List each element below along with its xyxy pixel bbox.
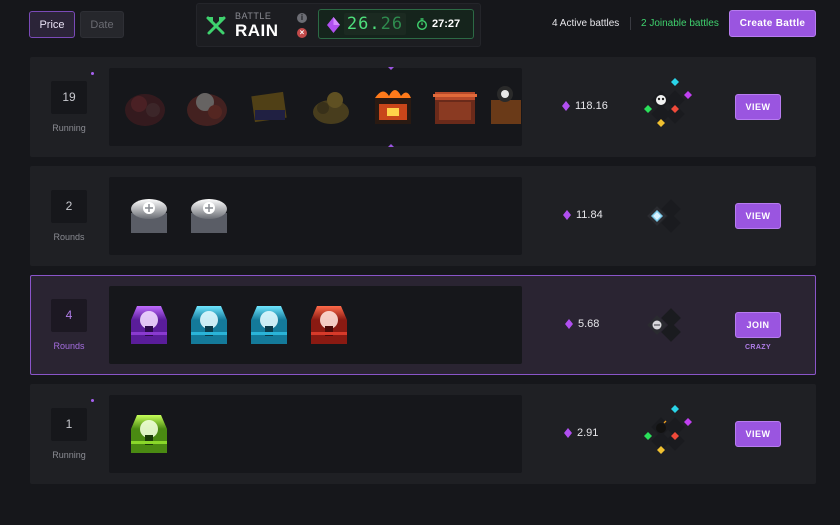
- stopwatch-icon: [417, 18, 427, 30]
- cyan-chest-icon: [251, 306, 287, 344]
- battle-price: 5.68: [565, 318, 599, 330]
- case-marker-bottom: [388, 144, 394, 147]
- join-battle-button[interactable]: JOIN: [735, 312, 781, 338]
- purple-chest-icon: [131, 306, 167, 344]
- green-chest-icon: [131, 415, 167, 453]
- case-count: 4: [51, 299, 87, 332]
- rain-pot: 26.26 27:27: [318, 9, 474, 39]
- gem-icon: [565, 319, 573, 329]
- case-count: 19: [51, 81, 87, 114]
- dark-case-2-icon: [187, 93, 227, 126]
- price-value: 5.68: [578, 318, 600, 330]
- gem-icon: [562, 101, 570, 111]
- gem-icon: [563, 210, 571, 220]
- players-grid: [644, 78, 692, 127]
- case-list: [109, 68, 522, 146]
- battle-price: 11.84: [563, 209, 603, 221]
- silver-case-icon: [191, 199, 227, 233]
- battle-price: 2.91: [564, 427, 598, 439]
- cyan-chest-icon: [191, 306, 227, 344]
- battle-status: Running: [52, 123, 86, 133]
- joinable-battles-count: 2 Joinable battles: [641, 18, 719, 29]
- battle-status: Running: [52, 450, 86, 460]
- close-icon[interactable]: ×: [297, 28, 307, 38]
- case-count: 1: [51, 408, 87, 441]
- crossed-axes-icon: [206, 16, 226, 35]
- sort-price-button[interactable]: Price: [29, 11, 75, 38]
- case-count: 2: [51, 190, 87, 223]
- battle-mode-badge: CRAZY: [744, 344, 772, 351]
- red-box-case-icon: [433, 92, 477, 124]
- battle-status: Rounds: [53, 341, 85, 351]
- battle-row[interactable]: 19 Running 118.16 VIEW: [30, 57, 816, 157]
- rain-timer: 27:27: [432, 18, 461, 30]
- partial-case-icon: [491, 86, 521, 124]
- view-battle-button[interactable]: VIEW: [735, 94, 781, 120]
- case-list: [109, 395, 522, 473]
- players-grid: [647, 308, 681, 342]
- gem-icon: [327, 17, 340, 33]
- fire-case-icon: [375, 90, 411, 124]
- battle-price: 118.16: [562, 100, 608, 112]
- price-value: 11.84: [576, 209, 603, 221]
- divider: [630, 17, 631, 30]
- red-chest-icon: [311, 306, 347, 344]
- rain-small-label: BATTLE: [235, 11, 272, 21]
- price-value: 118.16: [575, 100, 608, 112]
- silver-case-icon: [131, 199, 167, 233]
- rain-title: RAIN: [235, 21, 279, 40]
- price-value: 2.91: [577, 427, 599, 439]
- players-grid: [644, 405, 692, 454]
- battle-row[interactable]: 4 Rounds 5.68 JOIN CRAZY: [30, 275, 816, 375]
- players-grid: [647, 199, 681, 233]
- case-list: [109, 177, 522, 255]
- dark-case-3-icon: [251, 91, 287, 123]
- info-icon[interactable]: i: [297, 13, 307, 23]
- view-battle-button[interactable]: VIEW: [735, 421, 781, 447]
- battle-status: Rounds: [53, 232, 85, 242]
- rain-amount: 26.26: [344, 13, 406, 35]
- live-indicator: [91, 399, 94, 402]
- case-marker-top: [388, 67, 394, 70]
- view-battle-button[interactable]: VIEW: [735, 203, 781, 229]
- battle-row[interactable]: 2 Rounds 11.84 VIEW: [30, 166, 816, 266]
- sort-date-button[interactable]: Date: [80, 11, 124, 38]
- battle-rain-panel: BATTLE RAIN i × 26.26 27:27: [196, 3, 481, 47]
- active-battles-count: 4 Active battles: [552, 18, 620, 29]
- dark-case-1-icon: [125, 94, 165, 126]
- gem-icon: [564, 428, 572, 438]
- battle-row[interactable]: 1 Running 2.91 VIEW: [30, 384, 816, 484]
- case-list: [109, 286, 522, 364]
- live-indicator: [91, 72, 94, 75]
- dark-case-4-icon: [313, 92, 349, 124]
- create-battle-button[interactable]: Create Battle: [729, 10, 816, 37]
